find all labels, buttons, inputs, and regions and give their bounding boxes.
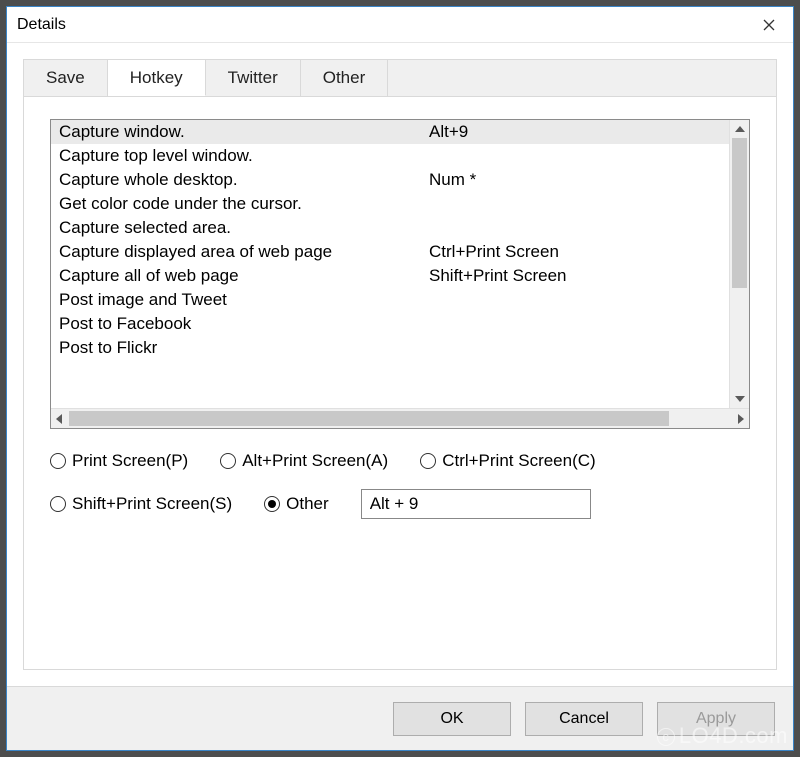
dialog-content: Save Hotkey Twitter Other Capture window… [7,43,793,686]
tab-hotkey[interactable]: Hotkey [108,59,206,96]
close-button[interactable] [745,7,793,43]
radio-print-screen[interactable]: Print Screen(P) [50,451,188,471]
listbox-body: Capture window.Alt+9Capture top level wi… [51,120,749,408]
watermark-text: LO4D.com [679,723,788,748]
list-row[interactable]: Capture whole desktop.Num * [51,168,729,192]
radio-icon [264,496,280,512]
row-hotkey [429,218,725,238]
hotkey-radio-group: Print Screen(P) Alt+Print Screen(A) Ctrl… [50,451,750,537]
radio-label: Ctrl+Print Screen(C) [442,451,596,471]
row-hotkey: Ctrl+Print Screen [429,242,725,262]
radio-icon [220,453,236,469]
close-icon [763,19,775,31]
radio-label: Shift+Print Screen(S) [72,494,232,514]
list-row[interactable]: Post to Facebook [51,312,729,336]
radio-icon [50,496,66,512]
tab-label: Save [46,68,85,88]
row-description: Post image and Tweet [59,290,429,310]
row-description: Capture selected area. [59,218,429,238]
tab-label: Other [323,68,366,88]
radio-other[interactable]: Other [264,494,329,514]
row-description: Post to Flickr [59,338,429,358]
window-title: Details [17,16,66,34]
list-row[interactable]: Post image and Tweet [51,288,729,312]
tab-filler [388,60,776,96]
scrollbar-thumb[interactable] [732,138,747,288]
row-hotkey [429,194,725,214]
row-hotkey [429,314,725,334]
button-label: OK [440,710,463,728]
tab-label: Hotkey [130,68,183,88]
tab-label: Twitter [228,68,278,88]
row-description: Capture displayed area of web page [59,242,429,262]
hotkey-listbox: Capture window.Alt+9Capture top level wi… [50,119,750,429]
list-row[interactable]: Capture window.Alt+9 [51,120,729,144]
row-description: Capture whole desktop. [59,170,429,190]
row-hotkey [429,146,725,166]
radio-icon [50,453,66,469]
list-row[interactable]: Capture all of web pageShift+Print Scree… [51,264,729,288]
tab-other[interactable]: Other [301,60,389,96]
radio-label: Print Screen(P) [72,451,188,471]
list-row[interactable]: Capture displayed area of web pageCtrl+P… [51,240,729,264]
tab-twitter[interactable]: Twitter [206,60,301,96]
row-hotkey: Num * [429,170,725,190]
hotkey-input[interactable] [361,489,591,519]
row-description: Capture all of web page [59,266,429,286]
listbox-rows[interactable]: Capture window.Alt+9Capture top level wi… [51,120,729,408]
row-description: Get color code under the cursor. [59,194,429,214]
row-description: Post to Facebook [59,314,429,334]
list-row[interactable]: Capture top level window. [51,144,729,168]
row-hotkey: Shift+Print Screen [429,266,725,286]
tab-save[interactable]: Save [24,60,108,96]
radio-alt-print-screen[interactable]: Alt+Print Screen(A) [220,451,388,471]
copyright-icon: c [657,728,675,746]
radio-label: Other [286,494,329,514]
hotkey-panel: Capture window.Alt+9Capture top level wi… [23,97,777,670]
titlebar: Details [7,7,793,43]
scrollbar-thumb[interactable] [69,411,669,426]
row-description: Capture window. [59,122,429,142]
vertical-scrollbar[interactable] [729,120,749,408]
row-description: Capture top level window. [59,146,429,166]
radio-icon [420,453,436,469]
list-row[interactable]: Get color code under the cursor. [51,192,729,216]
watermark: cLO4D.com [657,723,788,749]
details-dialog: Details Save Hotkey Twitter Other Captur… [6,6,794,751]
tabbar: Save Hotkey Twitter Other [23,59,777,97]
row-hotkey [429,338,725,358]
row-hotkey [429,290,725,310]
row-hotkey: Alt+9 [429,122,725,142]
ok-button[interactable]: OK [393,702,511,736]
list-row[interactable]: Post to Flickr [51,336,729,360]
list-row[interactable]: Capture selected area. [51,216,729,240]
radio-label: Alt+Print Screen(A) [242,451,388,471]
radio-shift-print-screen[interactable]: Shift+Print Screen(S) [50,494,232,514]
cancel-button[interactable]: Cancel [525,702,643,736]
button-label: Cancel [559,710,609,728]
radio-ctrl-print-screen[interactable]: Ctrl+Print Screen(C) [420,451,596,471]
horizontal-scrollbar[interactable] [51,408,749,428]
